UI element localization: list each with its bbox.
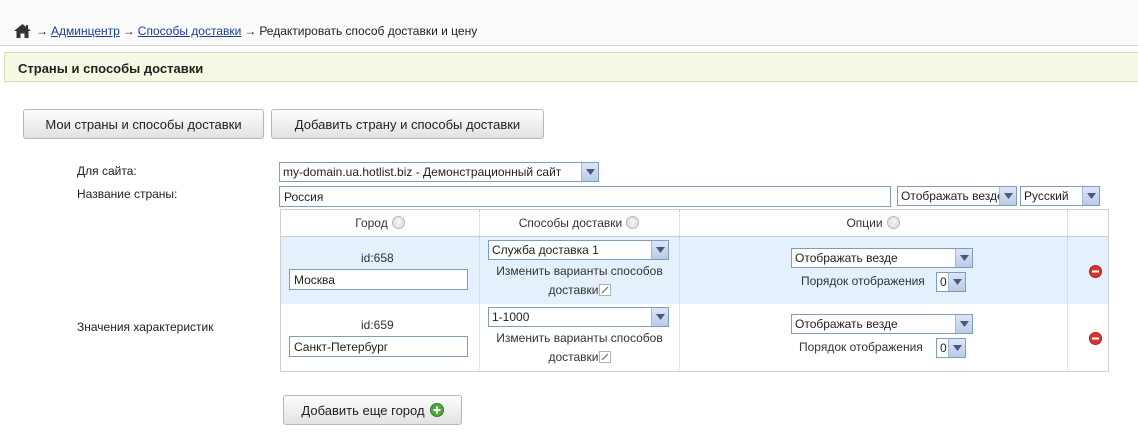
display-option-value: Отображать везде [795, 251, 898, 265]
help-icon[interactable]: ? [391, 216, 405, 229]
add-city-button[interactable]: Добавить еще город [283, 395, 462, 425]
chevron-down-icon [999, 187, 1016, 205]
svg-text:?: ? [890, 218, 896, 228]
breadcrumb-link-admincenter[interactable]: Админцентр [51, 24, 120, 38]
country-name-input[interactable]: Россия [279, 186, 891, 207]
column-divider [1067, 210, 1068, 372]
delivery-method-value: Служба доставка 1 [492, 243, 599, 257]
site-select[interactable]: my-domain.ua.hotlist.biz - Демонстрацион… [279, 162, 599, 182]
chevron-down-icon [1082, 187, 1099, 205]
header-city: Город ? [281, 210, 479, 235]
section-header: Страны и способы доставки [4, 52, 1138, 82]
city-value: Санкт-Петербург [294, 340, 389, 354]
breadcrumb-separator: → [244, 24, 257, 38]
city-id: id:659 [361, 318, 394, 332]
delivery-method-value: 1-1000 [492, 310, 530, 324]
chevron-down-icon [948, 339, 965, 357]
chevron-down-icon [581, 163, 598, 181]
change-methods-link[interactable]: доставки [491, 281, 668, 300]
breadcrumb-current: Редактировать способ доставки и цену [259, 24, 478, 38]
svg-text:?: ? [395, 218, 401, 228]
language-select[interactable]: Русский [1020, 186, 1100, 206]
add-icon [429, 403, 444, 417]
edit-icon[interactable] [598, 351, 611, 363]
change-methods-text[interactable]: Изменить варианты способов [491, 262, 668, 281]
change-methods-text[interactable]: доставки [548, 350, 598, 364]
chevron-down-icon [651, 308, 668, 326]
characteristics-label: Значения характеристик [77, 320, 214, 334]
chevron-down-icon [955, 315, 972, 333]
change-methods-text[interactable]: доставки [548, 283, 598, 297]
display-order-select[interactable]: 0 [936, 272, 966, 292]
country-name-label: Название страны: [77, 187, 178, 201]
display-option-value: Отображать везде [795, 317, 898, 331]
language-select-value: Русский [1024, 189, 1069, 203]
display-order-value: 0 [940, 341, 947, 355]
column-divider [679, 210, 680, 372]
breadcrumb: → Админцентр → Способы доставки → Редакт… [14, 24, 477, 38]
breadcrumb-link-delivery-methods[interactable]: Способы доставки [138, 24, 242, 38]
delivery-method-select[interactable]: 1-1000 [488, 307, 669, 327]
header-options: Опции ? [679, 210, 1067, 235]
display-option-select[interactable]: Отображать везде [791, 248, 973, 268]
display-order-select[interactable]: 0 [936, 338, 966, 358]
column-divider [479, 210, 480, 372]
chevron-down-icon [948, 273, 965, 291]
display-order-label: Порядок отображения [799, 340, 923, 354]
edit-icon[interactable] [598, 284, 611, 296]
display-select-value: Отображать везде [901, 189, 1004, 203]
my-countries-button[interactable]: Мои страны и способы доставки [23, 109, 264, 139]
breadcrumb-separator: → [36, 24, 48, 38]
display-select[interactable]: Отображать везде [897, 186, 1017, 206]
table-row: id:659 Санкт-Петербург 1-1000 Изменить в… [281, 304, 1108, 371]
header-methods: Способы доставки ? [479, 210, 679, 235]
help-icon[interactable]: ? [626, 216, 640, 229]
chevron-down-icon [955, 249, 972, 267]
header-methods-label: Способы доставки [518, 215, 623, 230]
help-icon[interactable]: ? [886, 216, 900, 229]
site-label: Для сайта: [77, 164, 137, 178]
breadcrumb-bar: → Админцентр → Способы доставки → Редакт… [0, 0, 1138, 46]
city-input[interactable]: Москва [289, 269, 468, 290]
city-value: Москва [294, 273, 335, 287]
home-icon[interactable] [14, 24, 31, 38]
table-row: id:658 Москва Служба доставка 1 Изменить… [281, 236, 1108, 305]
header-options-label: Опции [846, 215, 883, 230]
chevron-down-icon [651, 241, 668, 259]
breadcrumb-separator: → [122, 24, 135, 38]
display-order-label: Порядок отображения [801, 274, 925, 288]
add-country-button[interactable]: Добавить страну и способы доставки [271, 109, 544, 139]
delete-icon[interactable] [1089, 265, 1102, 278]
city-input[interactable]: Санкт-Петербург [289, 336, 468, 357]
change-methods-link[interactable]: доставки [491, 348, 668, 367]
cities-table: Город ? Способы доставки ? Опции ? id:65… [280, 209, 1109, 372]
svg-text:?: ? [630, 218, 636, 228]
delivery-method-select[interactable]: Служба доставка 1 [488, 240, 669, 260]
country-name-value: Россия [284, 190, 324, 204]
display-order-value: 0 [940, 275, 947, 289]
city-id: id:658 [361, 251, 394, 265]
site-select-value: my-domain.ua.hotlist.biz - Демонстрацион… [283, 165, 562, 179]
change-methods-text[interactable]: Изменить варианты способов [491, 329, 668, 348]
header-city-label: Город [355, 215, 388, 230]
add-city-label: Добавить еще город [301, 402, 425, 418]
delete-icon[interactable] [1089, 332, 1102, 345]
section-title: Страны и способы доставки [18, 61, 204, 76]
display-option-select[interactable]: Отображать везде [791, 314, 973, 334]
